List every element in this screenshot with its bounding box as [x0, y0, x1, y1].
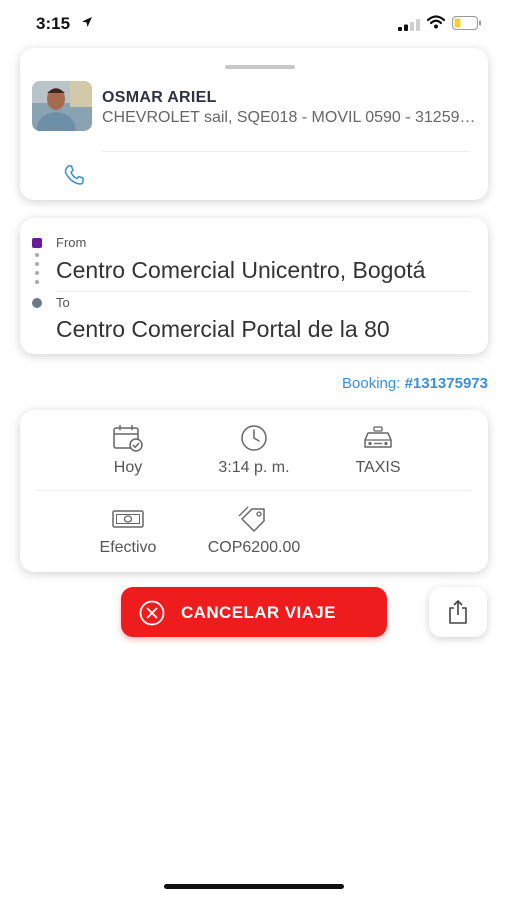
sheet-grabber[interactable] [225, 65, 295, 69]
destination-marker-icon [32, 298, 42, 308]
trip-time: 3:14 p. m. [194, 424, 314, 477]
share-icon [449, 600, 467, 624]
price-tag-icon [238, 506, 265, 532]
service-type: TAXIS [318, 424, 438, 477]
payment-method-label: Efectivo [99, 539, 157, 556]
trip-price-label: COP6200.00 [207, 539, 301, 556]
route-dots [35, 253, 39, 289]
booking-reference[interactable]: Booking: #131375973 [342, 375, 488, 392]
booking-label: Booking: [342, 375, 401, 392]
status-bar: 3:15 [0, 0, 507, 44]
trip-date-label: Hoy [113, 459, 143, 476]
calendar-check-icon [113, 425, 143, 452]
to-label: To [56, 295, 70, 310]
trip-time-label: 3:14 p. m. [218, 459, 290, 476]
home-indicator[interactable] [164, 884, 344, 889]
route-card[interactable]: From Centro Comercial Unicentro, Bogotá … [20, 218, 488, 354]
trip-price: COP6200.00 [194, 506, 314, 557]
trip-date: Hoy [68, 424, 188, 477]
payment-method: Efectivo [68, 506, 188, 557]
trip-details-card: Hoy 3:14 p. m. TAXIS Efectivo COP6200.00 [20, 410, 488, 572]
status-time: 3:15 [36, 14, 71, 33]
wifi-icon [427, 15, 445, 29]
cancel-trip-label: CANCELAR VIAJE [181, 603, 336, 622]
phone-icon[interactable] [62, 163, 86, 187]
close-circle-icon [139, 600, 165, 626]
battery-low-icon [452, 16, 481, 30]
divider [102, 151, 470, 152]
taxi-icon [364, 426, 392, 448]
cash-icon [112, 510, 144, 528]
location-arrow-icon [82, 17, 92, 27]
from-label: From [56, 235, 87, 250]
cancel-trip-button[interactable]: CANCELAR VIAJE [121, 587, 387, 637]
share-button[interactable] [429, 587, 487, 637]
origin-marker-icon [32, 238, 42, 248]
divider [56, 291, 470, 292]
booking-number: #131375973 [404, 375, 488, 392]
avatar-photo [32, 81, 92, 131]
driver-card[interactable]: OSMAR ARIEL CHEVROLET sail, SQE018 - MOV… [20, 48, 488, 200]
vehicle-info: CHEVROLET sail, SQE018 - MOVIL 0590 - 31… [102, 109, 480, 126]
origin-address[interactable]: Centro Comercial Unicentro, Bogotá [56, 257, 456, 284]
driver-name: OSMAR ARIEL [102, 89, 217, 106]
signal-icon [398, 19, 420, 31]
destination-address[interactable]: Centro Comercial Portal de la 80 [56, 316, 456, 343]
service-type-label: TAXIS [355, 459, 401, 476]
clock-icon [241, 425, 267, 451]
divider [38, 490, 470, 491]
